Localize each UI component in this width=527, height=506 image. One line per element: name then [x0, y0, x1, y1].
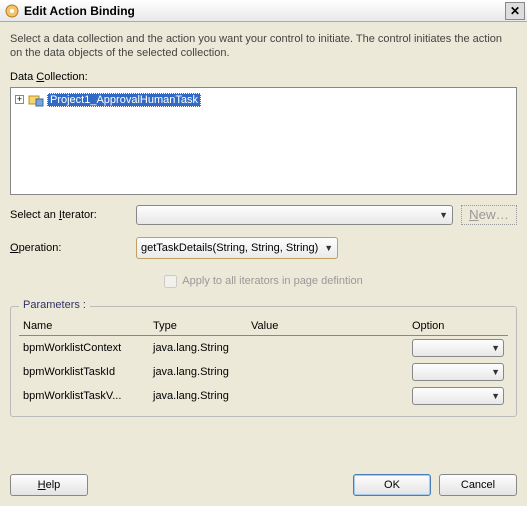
chevron-down-icon: ▼ — [491, 343, 500, 353]
option-combo[interactable]: ▼ — [412, 363, 504, 381]
iterator-combo[interactable]: ▼ — [136, 205, 453, 225]
table-row[interactable]: bpmWorklistTaskId java.lang.String ▼ — [19, 360, 508, 384]
window-title: Edit Action Binding — [24, 4, 505, 18]
chevron-down-icon: ▼ — [491, 367, 500, 377]
option-combo[interactable]: ▼ — [412, 387, 504, 405]
iterator-label: Select an Iterator: — [10, 209, 136, 221]
button-bar: Help OK Cancel — [0, 468, 527, 502]
tree-root-label[interactable]: Project1_ApprovalHumanTask — [47, 93, 201, 107]
data-collection-label: Data Collection: — [10, 71, 517, 83]
description-text: Select a data collection and the action … — [10, 32, 517, 61]
col-option[interactable]: Option — [408, 317, 508, 336]
title-bar: Edit Action Binding ✕ — [0, 0, 527, 22]
param-value — [247, 360, 408, 384]
tree-expand-icon[interactable]: + — [15, 95, 24, 104]
operation-value: getTaskDetails(String, String, String) — [141, 242, 318, 254]
cancel-button[interactable]: Cancel — [439, 474, 517, 496]
chevron-down-icon: ▼ — [491, 391, 500, 401]
dialog-content: Select a data collection and the action … — [0, 22, 527, 431]
param-name: bpmWorklistContext — [19, 335, 149, 360]
operation-label: Operation: — [10, 242, 136, 254]
col-value[interactable]: Value — [247, 317, 408, 336]
col-type[interactable]: Type — [149, 317, 247, 336]
table-row[interactable]: bpmWorklistTaskV... java.lang.String ▼ — [19, 384, 508, 408]
chevron-down-icon: ▼ — [324, 243, 333, 253]
col-name[interactable]: Name — [19, 317, 149, 336]
parameters-table: Name Type Value Option bpmWorklistContex… — [19, 317, 508, 408]
param-type: java.lang.String — [149, 335, 247, 360]
param-value — [247, 384, 408, 408]
param-name: bpmWorklistTaskId — [19, 360, 149, 384]
param-type: java.lang.String — [149, 384, 247, 408]
new-button: New… — [461, 205, 517, 225]
option-combo[interactable]: ▼ — [412, 339, 504, 357]
parameters-fieldset: Parameters : Name Type Value Option bpmW… — [10, 306, 517, 417]
param-name: bpmWorklistTaskV... — [19, 384, 149, 408]
app-icon — [4, 3, 20, 19]
apply-all-row: Apply to all iterators in page defintion — [10, 275, 517, 288]
operation-combo[interactable]: getTaskDetails(String, String, String) ▼ — [136, 237, 338, 259]
ok-button[interactable]: OK — [353, 474, 431, 496]
datacontrol-icon — [28, 93, 44, 107]
apply-all-checkbox — [164, 275, 177, 288]
parameters-legend: Parameters : — [19, 299, 90, 311]
param-value — [247, 335, 408, 360]
help-button[interactable]: Help — [10, 474, 88, 496]
close-button[interactable]: ✕ — [505, 2, 525, 20]
param-type: java.lang.String — [149, 360, 247, 384]
tree-root-row[interactable]: + Project1_ApprovalHumanTask — [15, 92, 512, 108]
data-collection-tree[interactable]: + Project1_ApprovalHumanTask — [10, 87, 517, 195]
table-row[interactable]: bpmWorklistContext java.lang.String ▼ — [19, 335, 508, 360]
chevron-down-icon: ▼ — [439, 210, 448, 220]
apply-all-label: Apply to all iterators in page defintion — [182, 275, 362, 287]
